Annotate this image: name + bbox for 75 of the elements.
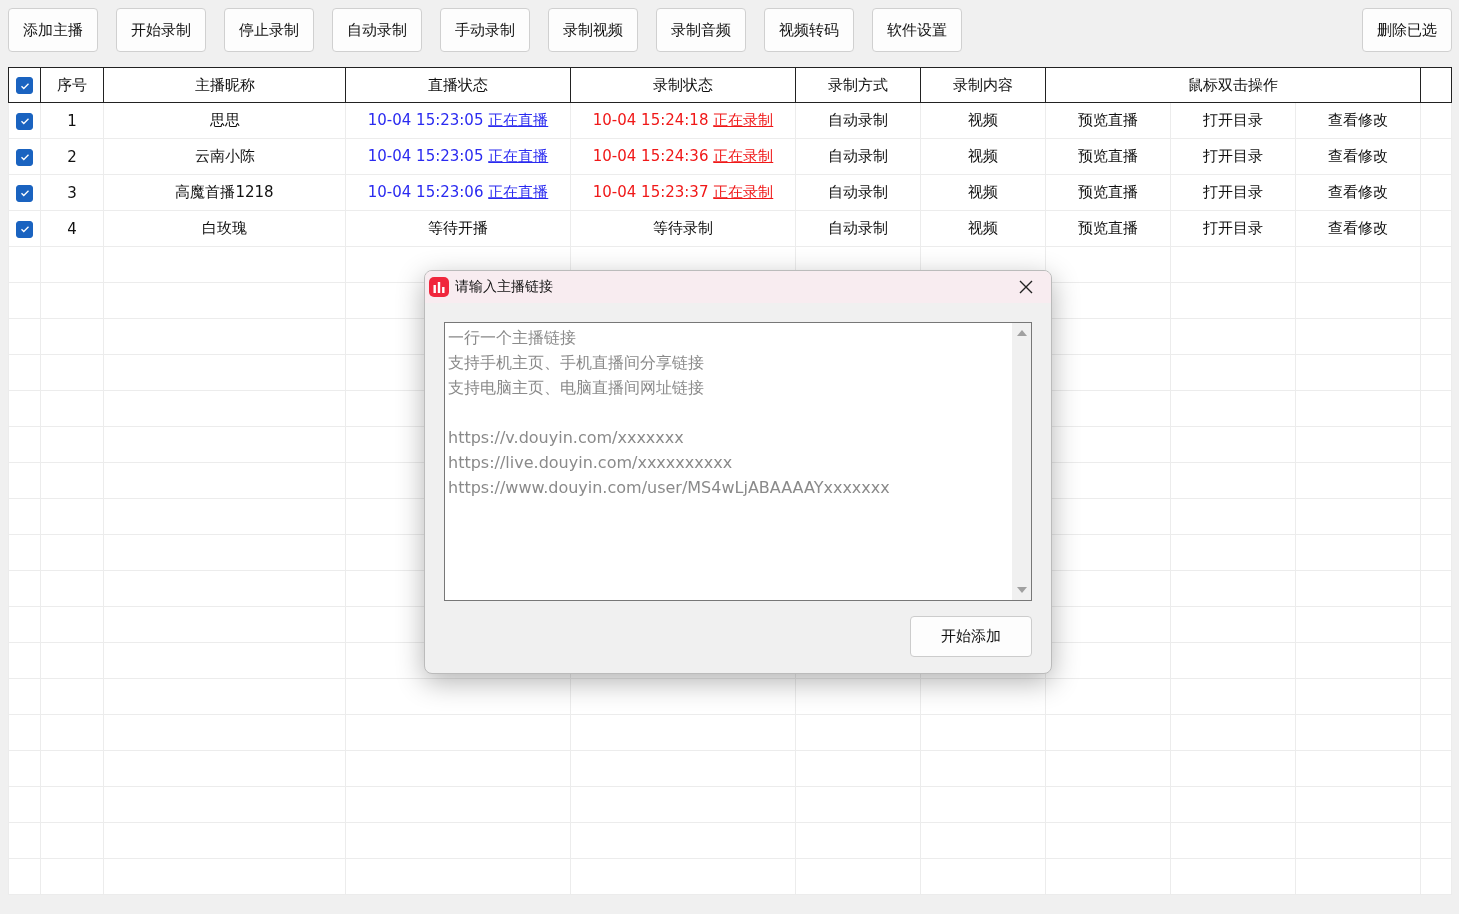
table-cell: 等待开播 (345, 210, 571, 247)
column-header: 直播状态 (345, 67, 571, 103)
action-cell[interactable]: 预览直播 (1045, 102, 1171, 139)
record-time: 10-04 15:24:36 (592, 147, 709, 165)
add-button[interactable]: 开始添加 (910, 616, 1032, 657)
action-cell[interactable]: 查看修改 (1295, 102, 1421, 139)
table-cell: 白玫瑰 (103, 210, 346, 247)
table-cell: 等待录制 (570, 210, 796, 247)
table-cell: 云南小陈 (103, 138, 346, 175)
toolbar-button[interactable]: 手动录制 (440, 8, 530, 52)
action-cell[interactable]: 预览直播 (1045, 138, 1171, 175)
toolbar-button[interactable]: 添加主播 (8, 8, 98, 52)
column-header: 录制内容 (920, 67, 1046, 103)
toolbar-button[interactable]: 自动录制 (332, 8, 422, 52)
table-cell: 视频 (920, 174, 1046, 211)
checkbox[interactable] (16, 112, 33, 130)
table-cell: 视频 (920, 102, 1046, 139)
toolbar-button[interactable]: 软件设置 (872, 8, 962, 52)
toolbar-button[interactable]: 停止录制 (224, 8, 314, 52)
toolbar-button[interactable]: 视频转码 (764, 8, 854, 52)
column-header: 主播昵称 (103, 67, 346, 103)
live-time: 10-04 15:23:05 (367, 147, 484, 165)
table-cell: 3 (40, 174, 104, 211)
checkbox[interactable] (16, 148, 33, 166)
toolbar-button[interactable]: 开始录制 (116, 8, 206, 52)
action-cell[interactable]: 查看修改 (1295, 174, 1421, 211)
action-cell[interactable]: 打开目录 (1170, 138, 1296, 175)
column-header: 录制状态 (570, 67, 796, 103)
record-status-link[interactable]: 正在录制 (713, 183, 774, 201)
action-cell[interactable]: 查看修改 (1295, 210, 1421, 247)
table-cell: 自动录制 (795, 138, 921, 175)
table-cell: 4 (40, 210, 104, 247)
placeholder-text: 支持手机主页、手机直播间分享链接 (448, 352, 705, 374)
placeholder-text: 支持电脑主页、电脑直播间网址链接 (448, 377, 705, 399)
checkbox[interactable] (16, 77, 33, 94)
checkbox[interactable] (16, 220, 33, 238)
live-time: 10-04 15:23:05 (367, 111, 484, 129)
delete-selected-button[interactable]: 删除已选 (1362, 8, 1452, 52)
placeholder-text: https://v.douyin.com/xxxxxxx (448, 427, 685, 449)
record-time: 10-04 15:23:37 (592, 183, 709, 201)
input-field[interactable]: 一行一个主播链接 支持手机主页、手机直播间分享链接 支持电脑主页、电脑直播间网址链接 https://v.douyin.com/xxxxxxx https://live.douyin.com/xxxxxxxxxx https://www.douyin.com/user/MS4wLjABAAAAYxxxxxxx (444, 322, 1032, 601)
column-header: 录制方式 (795, 67, 921, 103)
table-cell: 思思 (103, 102, 346, 139)
table-cell: 高魔首播1218 (103, 174, 346, 211)
record-status-link[interactable]: 正在录制 (713, 147, 774, 165)
action-cell[interactable]: 打开目录 (1170, 174, 1296, 211)
live-status-link[interactable]: 正在直播 (488, 183, 549, 201)
toolbar-button[interactable]: 录制视频 (548, 8, 638, 52)
record-status-link[interactable]: 正在录制 (713, 111, 774, 129)
action-cell[interactable]: 查看修改 (1295, 138, 1421, 175)
live-status-link[interactable]: 正在直播 (488, 111, 549, 129)
table-cell: 自动录制 (795, 102, 921, 139)
close-icon[interactable] (1019, 280, 1033, 294)
action-cell[interactable]: 预览直播 (1045, 174, 1171, 211)
placeholder-text: https://www.douyin.com/user/MS4wLjABAAAAYxxxxxxx (448, 477, 891, 499)
action-cell[interactable]: 预览直播 (1045, 210, 1171, 247)
checkbox[interactable] (16, 184, 33, 202)
table-cell: 自动录制 (795, 210, 921, 247)
placeholder-text: 一行一个主播链接 (448, 327, 577, 349)
table-cell: 2 (40, 138, 104, 175)
live-time: 10-04 15:23:06 (367, 183, 484, 201)
table-cell: 视频 (920, 138, 1046, 175)
table-cell: 视频 (920, 210, 1046, 247)
action-cell[interactable]: 打开目录 (1170, 102, 1296, 139)
placeholder-text: https://live.douyin.com/xxxxxxxxxx (448, 452, 734, 474)
table-cell: 1 (40, 102, 104, 139)
record-time: 10-04 15:24:18 (592, 111, 709, 129)
column-header: 鼠标双击操作 (1045, 67, 1421, 103)
action-cell[interactable]: 打开目录 (1170, 210, 1296, 247)
chart-icon (429, 277, 449, 297)
live-status-link[interactable]: 正在直播 (488, 147, 549, 165)
column-header: 序号 (40, 67, 104, 103)
toolbar-button[interactable]: 录制音频 (656, 8, 746, 52)
table-cell: 自动录制 (795, 174, 921, 211)
dialog-title: 请输入主播链接 (455, 278, 554, 296)
